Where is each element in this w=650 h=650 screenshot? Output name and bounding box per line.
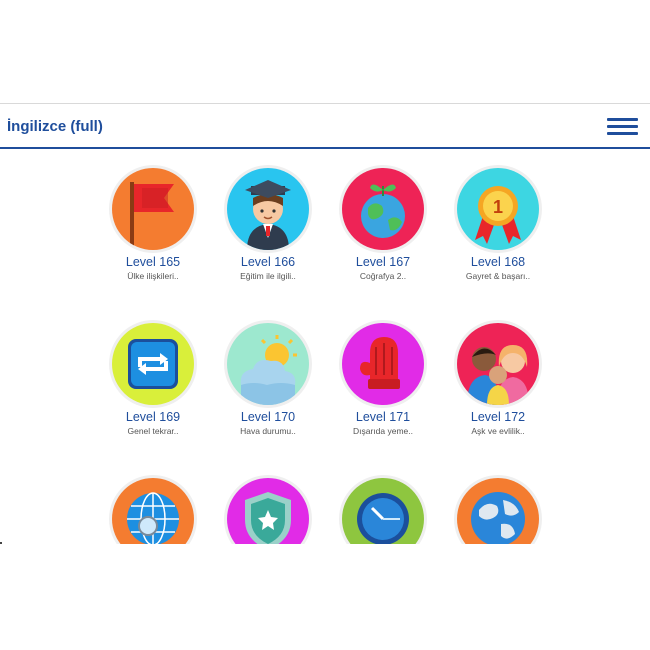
level-card[interactable] bbox=[323, 475, 443, 544]
oven-mitt-icon bbox=[342, 323, 424, 405]
world-map-icon bbox=[457, 478, 539, 544]
level-subtitle: Hava durumu.. bbox=[240, 426, 296, 436]
level-badge bbox=[109, 165, 197, 253]
level-subtitle: Coğrafya 2.. bbox=[359, 271, 407, 281]
level-badge bbox=[454, 475, 542, 544]
level-label: Level 167 bbox=[355, 255, 411, 269]
level-badge bbox=[339, 475, 427, 544]
medal-icon: 1 bbox=[457, 168, 539, 250]
level-label: Level 166 bbox=[240, 255, 296, 269]
level-label: Level 170 bbox=[240, 410, 296, 424]
level-card[interactable]: Level 167 Coğrafya 2.. bbox=[323, 165, 443, 281]
level-badge: 1 bbox=[454, 165, 542, 253]
levels-grid[interactable]: Level 165 Ülke ilişkileri.. Level 166 Eğ… bbox=[0, 149, 650, 544]
svg-text:1: 1 bbox=[493, 197, 503, 217]
graduate-icon bbox=[227, 168, 309, 250]
stopwatch-icon bbox=[342, 478, 424, 544]
level-subtitle: Eğitim ile ilgili.. bbox=[240, 271, 296, 281]
level-badge bbox=[109, 475, 197, 544]
level-subtitle: Gayret & başarı.. bbox=[465, 271, 531, 281]
level-card[interactable]: Level 169 Genel tekrar.. bbox=[93, 320, 213, 436]
shield-star-icon bbox=[227, 478, 309, 544]
level-label: Level 168 bbox=[470, 255, 526, 269]
level-card[interactable]: Level 165 Ülke ilişkileri.. bbox=[93, 165, 213, 281]
family-icon bbox=[457, 323, 539, 405]
level-badge bbox=[109, 320, 197, 408]
level-subtitle: Aşk ve evlilik.. bbox=[471, 426, 525, 436]
level-badge bbox=[224, 475, 312, 544]
level-label: Level 172 bbox=[470, 410, 526, 424]
level-card[interactable] bbox=[208, 475, 328, 544]
flag-icon bbox=[112, 168, 194, 250]
hamburger-menu-icon[interactable] bbox=[607, 118, 638, 136]
level-badge bbox=[339, 165, 427, 253]
level-badge bbox=[224, 165, 312, 253]
page-title: İngilizce (full) bbox=[7, 118, 103, 135]
level-subtitle: Genel tekrar.. bbox=[127, 426, 179, 436]
level-card[interactable] bbox=[93, 475, 213, 544]
level-label: Level 165 bbox=[125, 255, 181, 269]
level-badge bbox=[339, 320, 427, 408]
level-label: Level 171 bbox=[355, 410, 411, 424]
level-card[interactable]: Level 166 Eğitim ile ilgili.. bbox=[208, 165, 328, 281]
repeat-icon bbox=[112, 323, 194, 405]
level-subtitle: Ülke ilişkileri.. bbox=[127, 271, 179, 281]
level-card[interactable]: Level 171 Dışarıda yeme.. bbox=[323, 320, 443, 436]
sun-cloud-icon bbox=[227, 323, 309, 405]
level-subtitle: Dışarıda yeme.. bbox=[353, 426, 413, 436]
app-header: İngilizce (full) bbox=[0, 104, 650, 147]
level-card[interactable]: Level 172 Aşk ve evlilik.. bbox=[438, 320, 558, 436]
level-card[interactable] bbox=[438, 475, 558, 544]
earth-sprout-icon bbox=[342, 168, 424, 250]
level-label: Level 169 bbox=[125, 410, 181, 424]
level-badge bbox=[224, 320, 312, 408]
edge-marker bbox=[0, 542, 2, 544]
level-card[interactable]: Level 170 Hava durumu.. bbox=[208, 320, 328, 436]
level-badge bbox=[454, 320, 542, 408]
globe-search-icon bbox=[112, 478, 194, 544]
level-card[interactable]: 1 Level 168 Gayret & başarı.. bbox=[438, 165, 558, 281]
